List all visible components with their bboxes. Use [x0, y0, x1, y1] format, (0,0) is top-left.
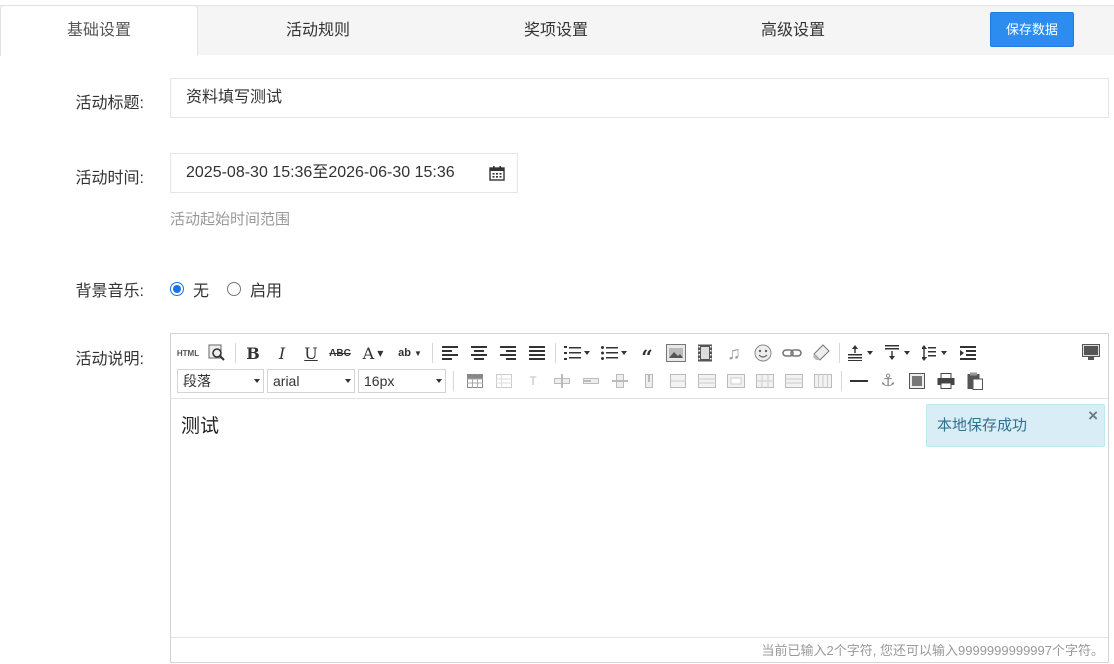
toolbar-separator	[453, 371, 454, 391]
strikethrough-icon[interactable]: ABC	[329, 342, 351, 364]
toolbar-separator	[555, 343, 556, 363]
blockquote-icon[interactable]: “	[636, 342, 658, 367]
font-size-select[interactable]: 16px	[358, 369, 446, 393]
paragraph-spacing-top-icon[interactable]	[846, 342, 876, 364]
insert-caption-icon[interactable]: T	[522, 370, 544, 392]
tab-advanced-settings[interactable]: 高级设置	[693, 6, 893, 56]
local-save-toast: 本地保存成功 ×	[926, 404, 1105, 447]
music-option-none[interactable]: 无	[170, 277, 209, 301]
music-label: 背景音乐:	[75, 283, 144, 300]
image-icon[interactable]	[665, 342, 687, 364]
editor-content[interactable]: 测试	[181, 411, 219, 438]
font-family-select[interactable]: arial	[267, 369, 355, 393]
delete-table-icon[interactable]	[493, 370, 515, 392]
split-rows-icon[interactable]	[783, 370, 805, 392]
toolbar-separator	[841, 371, 842, 391]
preview-icon[interactable]	[206, 342, 228, 364]
paragraph-format-select[interactable]: 段落	[177, 369, 264, 393]
align-justify-icon[interactable]	[526, 342, 548, 364]
video-icon[interactable]	[694, 342, 716, 364]
insert-frame-icon[interactable]	[906, 370, 928, 392]
split-cells-icon[interactable]	[754, 370, 776, 392]
fullscreen-icon[interactable]	[1082, 344, 1100, 365]
align-center-icon[interactable]	[468, 342, 490, 364]
html-source-button[interactable]: HTML	[177, 342, 199, 364]
toast-message: 本地保存成功	[937, 417, 1028, 434]
tab-prize-settings[interactable]: 奖项设置	[456, 6, 656, 56]
line-height-icon[interactable]	[920, 342, 950, 364]
rich-text-editor: HTML B I U ABC A ▼ ab ▼ “ ♫ 段落 arial 16p…	[170, 333, 1109, 663]
underline-icon[interactable]: U	[300, 342, 322, 364]
paste-plain-icon[interactable]	[964, 370, 986, 392]
insert-row-icon[interactable]	[551, 370, 573, 392]
radio-checked-icon[interactable]	[170, 282, 184, 296]
insert-column-icon[interactable]	[609, 370, 631, 392]
close-icon[interactable]: ×	[1088, 405, 1098, 427]
ordered-list-icon[interactable]	[562, 342, 592, 364]
indent-icon[interactable]	[957, 342, 979, 364]
time-range-value: 2025-08-30 15:36至2026-06-30 15:36	[186, 164, 455, 181]
unordered-list-icon[interactable]	[599, 342, 629, 364]
description-label: 活动说明:	[75, 351, 144, 368]
music-option-enable[interactable]: 启用	[227, 277, 282, 301]
eraser-icon[interactable]	[810, 342, 832, 364]
highlight-color-icon[interactable]: ab ▼	[395, 342, 425, 364]
character-counter: 当前已输入2个字符, 您还可以输入9999999999997个字符。	[171, 637, 1108, 664]
merge-down-icon[interactable]	[725, 370, 747, 392]
horizontal-rule-icon[interactable]	[848, 370, 870, 392]
title-label: 活动标题:	[75, 95, 144, 112]
bold-icon[interactable]: B	[242, 342, 264, 364]
anchor-icon[interactable]: ⚓	[877, 370, 899, 392]
split-columns-icon[interactable]	[812, 370, 834, 392]
paragraph-spacing-bottom-icon[interactable]	[883, 342, 913, 364]
delete-column-icon[interactable]	[638, 370, 660, 392]
tab-basic-settings[interactable]: 基础设置	[0, 5, 198, 56]
align-left-icon[interactable]	[439, 342, 461, 364]
music-option-none-label: 无	[193, 283, 210, 300]
calendar-icon	[489, 166, 505, 181]
link-icon[interactable]	[781, 342, 803, 364]
emoticon-icon[interactable]	[752, 342, 774, 364]
time-help-text: 活动起始时间范围	[170, 211, 291, 228]
align-right-icon[interactable]	[497, 342, 519, 364]
save-data-button[interactable]: 保存数据	[990, 12, 1074, 47]
title-input[interactable]: 资料填写测试	[170, 78, 1109, 118]
toolbar-separator	[235, 343, 236, 363]
time-range-input[interactable]: 2025-08-30 15:36至2026-06-30 15:36	[170, 153, 518, 193]
merge-cells-icon[interactable]	[667, 370, 689, 392]
toolbar-separator	[839, 343, 840, 363]
music-option-enable-label: 启用	[250, 283, 283, 300]
tab-bar: 基础设置 活动规则 奖项设置 高级设置 保存数据	[0, 5, 1114, 56]
radio-unchecked-icon[interactable]	[227, 282, 241, 296]
time-label: 活动时间:	[75, 170, 144, 187]
font-color-icon[interactable]: A ▼	[358, 342, 388, 364]
tab-activity-rules[interactable]: 活动规则	[218, 6, 418, 56]
toolbar-separator	[432, 343, 433, 363]
merge-right-icon[interactable]	[696, 370, 718, 392]
delete-row-icon[interactable]	[580, 370, 602, 392]
editor-toolbar: HTML B I U ABC A ▼ ab ▼ “ ♫ 段落 arial 16p…	[171, 334, 1108, 399]
italic-icon[interactable]: I	[271, 342, 293, 364]
print-icon[interactable]	[935, 370, 957, 392]
music-icon[interactable]: ♫	[723, 342, 745, 364]
insert-table-icon[interactable]	[464, 370, 486, 392]
